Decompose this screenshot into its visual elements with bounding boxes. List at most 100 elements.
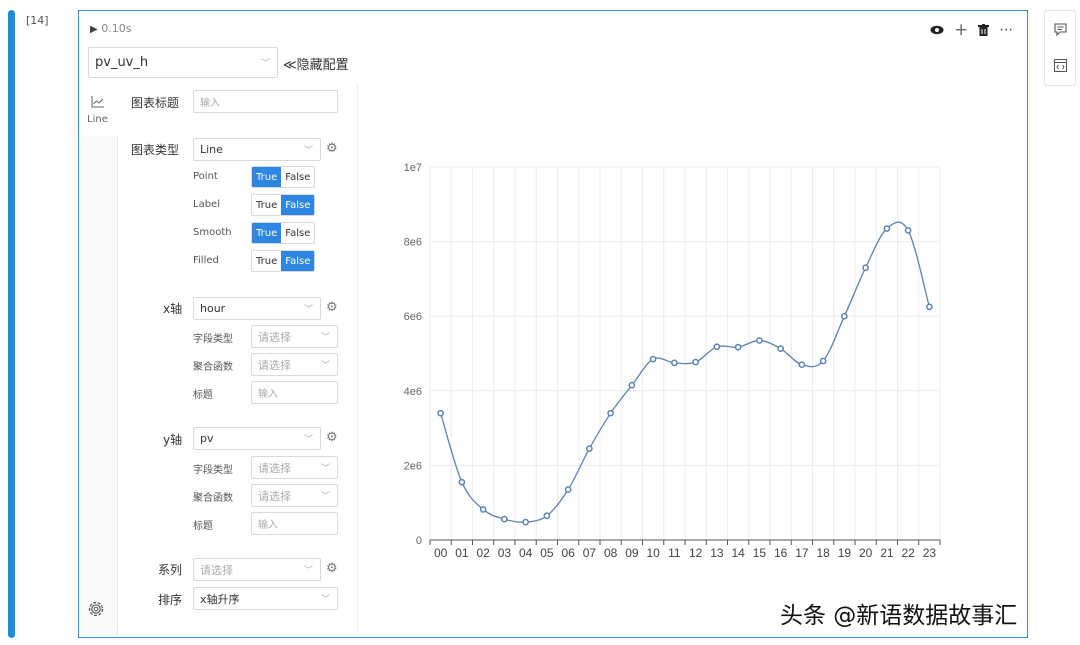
- x-tick-label: 01: [455, 546, 469, 560]
- add-cell-button[interactable]: +: [954, 20, 968, 40]
- label-toggle[interactable]: True False: [251, 194, 316, 216]
- y-tick-label: 8e6: [404, 237, 422, 249]
- data-point: [671, 359, 678, 367]
- series-label: 系列: [158, 563, 183, 577]
- y-agg-label: 聚合函数: [193, 493, 233, 504]
- chevron-down-icon: ﹀: [260, 59, 270, 69]
- right-side-panel: [1044, 10, 1076, 86]
- x-title-input[interactable]: 输入: [251, 381, 338, 404]
- x-field-type-placeholder: 请选择: [258, 330, 291, 344]
- data-point: [692, 358, 699, 366]
- data-point: [501, 515, 508, 523]
- y-title-label: 标题: [193, 521, 213, 532]
- more-options-button[interactable]: ⋯: [999, 22, 1013, 38]
- trash-icon[interactable]: [978, 24, 990, 36]
- cell-execution-count: [14]: [26, 14, 49, 27]
- eye-icon[interactable]: [930, 25, 944, 35]
- x-agg-label: 聚合函数: [193, 362, 233, 373]
- watermark-text: 头条 @新语数据故事汇: [780, 603, 1018, 629]
- x-agg-select[interactable]: 请选择 ﹀: [251, 353, 338, 376]
- chart-title-input[interactable]: 输入: [193, 90, 338, 113]
- y-axis-field-select[interactable]: pv ﹀: [193, 427, 321, 450]
- data-point: [883, 225, 891, 232]
- x-tick-label: 15: [753, 546, 767, 560]
- point-true-option[interactable]: True: [252, 167, 282, 187]
- x-tick-label: 09: [625, 546, 639, 560]
- sort-select[interactable]: x轴升序 ﹀: [193, 587, 338, 610]
- smooth-toggle[interactable]: True False: [251, 222, 316, 244]
- config-panel-divider: [357, 84, 358, 632]
- chevron-down-icon: ﹀: [303, 435, 313, 445]
- y-axis-settings-icon[interactable]: ⚙: [326, 430, 338, 445]
- x-tick-label: 13: [710, 546, 724, 560]
- data-point: [628, 381, 636, 389]
- x-field-type-select[interactable]: 请选择 ﹀: [251, 325, 338, 348]
- chevron-down-icon: ﹀: [303, 305, 313, 315]
- smooth-false-option[interactable]: False: [281, 223, 315, 243]
- chart-type-select[interactable]: Line ﹀: [193, 138, 321, 161]
- data-point: [649, 355, 657, 363]
- chevron-down-icon: ﹀: [320, 361, 330, 371]
- label-false-option[interactable]: False: [281, 195, 315, 215]
- data-point: [734, 343, 742, 351]
- cell-toolbar: + ⋯: [930, 20, 1013, 40]
- point-toggle[interactable]: True False: [251, 166, 316, 188]
- x-tick-label: 20: [859, 546, 873, 560]
- data-point: [564, 486, 572, 493]
- comment-icon[interactable]: [1054, 23, 1067, 36]
- y-tick-label: 6e6: [404, 311, 422, 323]
- smooth-true-option[interactable]: True: [252, 223, 282, 243]
- data-point: [926, 303, 933, 311]
- y-agg-select[interactable]: 请选择 ﹀: [251, 484, 338, 507]
- x-field-type-label: 字段类型: [193, 334, 233, 345]
- filled-toggle[interactable]: True False: [251, 250, 316, 272]
- code-view-icon[interactable]: [1054, 59, 1067, 72]
- point-false-option[interactable]: False: [281, 167, 315, 187]
- x-axis-field-select[interactable]: hour ﹀: [193, 297, 321, 320]
- x-tick-label: 16: [774, 546, 788, 560]
- series-select[interactable]: 请选择 ﹀: [193, 558, 321, 581]
- x-tick-label: 23: [923, 546, 937, 560]
- x-tick-label: 03: [498, 546, 512, 560]
- settings-gear-icon[interactable]: [86, 599, 106, 619]
- y-tick-label: 1e7: [404, 162, 422, 174]
- chart-type-label: 图表类型: [131, 143, 180, 157]
- x-tick-label: 18: [816, 546, 830, 560]
- play-icon[interactable]: ▶: [90, 24, 98, 35]
- dataset-select[interactable]: pv_uv_h ﹀: [88, 47, 278, 78]
- x-tick-label: 17: [795, 546, 809, 560]
- x-tick-label: 10: [646, 546, 660, 560]
- x-tick-label: 07: [583, 546, 597, 560]
- tab-line-chart[interactable]: Line: [79, 84, 118, 136]
- chart-type-settings-icon[interactable]: ⚙: [326, 141, 338, 156]
- filled-false-option[interactable]: False: [281, 251, 315, 271]
- data-point: [798, 361, 806, 369]
- x-tick-label: 06: [561, 546, 575, 560]
- y-axis-field-value: pv: [200, 432, 214, 445]
- data-point: [437, 409, 444, 417]
- filled-label: Filled: [193, 255, 219, 266]
- y-agg-placeholder: 请选择: [258, 489, 291, 503]
- tab-line-label: Line: [87, 114, 108, 125]
- y-field-type-label: 字段类型: [193, 465, 233, 476]
- data-point: [586, 445, 593, 452]
- label-true-option[interactable]: True: [252, 195, 282, 215]
- y-field-type-select[interactable]: 请选择 ﹀: [251, 456, 338, 479]
- x-tick-label: 14: [731, 546, 745, 560]
- data-point: [862, 264, 869, 272]
- data-point: [756, 337, 763, 344]
- data-point: [458, 478, 466, 486]
- chart-type-tab-strip: [79, 84, 118, 636]
- label-label: Label: [193, 199, 220, 210]
- chevron-down-icon: ﹀: [320, 464, 330, 474]
- x-axis-settings-icon[interactable]: ⚙: [326, 300, 338, 315]
- y-title-input[interactable]: 输入: [251, 512, 338, 535]
- series-settings-icon[interactable]: ⚙: [326, 561, 338, 576]
- smooth-label: Smooth: [193, 227, 232, 238]
- chevron-down-icon: ﹀: [320, 595, 330, 605]
- chart-type-value: Line: [200, 143, 223, 156]
- sort-label: 排序: [158, 593, 183, 607]
- hide-config-link[interactable]: ≪隐藏配置: [283, 54, 349, 73]
- chevron-down-icon: ﹀: [303, 566, 313, 576]
- filled-true-option[interactable]: True: [252, 251, 282, 271]
